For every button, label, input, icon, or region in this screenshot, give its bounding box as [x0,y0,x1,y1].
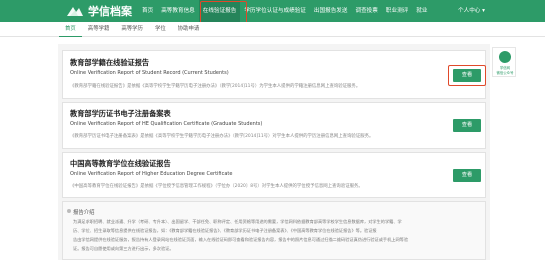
nav-home[interactable]: 首页 [138,0,157,22]
logo-text: 学信档案 [88,5,132,18]
info-icon [67,209,71,213]
wechat-icon [499,51,511,63]
intro-line: 证。报告可自愿使用或向第三方进行出示，多次验证。 [73,246,174,251]
widget-label: 微信公众号 [496,71,514,75]
logo[interactable]: 学信档案 [66,3,132,19]
report-card-qualification: 教育部学历证书电子注册备案表 Online Verification Repor… [62,102,486,149]
wechat-widget[interactable]: 学信网 微信公众号 [492,47,516,77]
top-navbar: 学信档案 首页 高等教育信息 在线验证报告 学历学位认证与成绩验证 出国报告发送… [0,0,545,22]
report-card-student-record: 教育部学籍在线验证报告 Online Verification Report o… [62,50,486,99]
card-description: 《中国高等教育学位在线验证报告》是依据《学位授予信息管理工作规程》（学位办〔20… [70,184,363,189]
nav-report-sending[interactable]: 出国报告发送 [310,0,352,22]
subnav-qualification[interactable]: 高等学历 [115,22,149,37]
intro-line: 告由学信网提供在线验证服务，报告持有人登录网站在线验证页面，输入在线验证码即可查… [73,237,409,242]
subnav-home[interactable]: 首页 [59,22,82,37]
subnav-degree[interactable]: 学位 [149,22,172,37]
nav-career-assessment[interactable]: 职业测评 [382,0,412,22]
card-subtitle: Online Verification Report of HE Qualifi… [70,121,263,127]
card-description: 《教育部学历证书电子注册备案表》是依据《高等学校学生学籍学历电子注册办法》（教学… [70,134,374,139]
card-title: 教育部学籍在线验证报告 [70,58,150,67]
intro-line: 历、学位、招生录取等信息提供在线验证报告，如：《教育部学籍在线验证报告》、《教育… [73,228,377,233]
report-intro: 报告介绍 为满足求职招聘、就业派遣、升学（考研、专升本）、出国留学、干部任免、职… [62,201,486,260]
main-content: 教育部学籍在线验证报告 Online Verification Report o… [58,44,490,260]
subnav-assist-apply[interactable]: 协助申请 [172,22,206,37]
nav-certification[interactable]: 学历学位认证与成绩验证 [240,0,310,22]
main-nav: 首页 高等教育信息 在线验证报告 学历学位认证与成绩验证 出国报告发送 调查投票… [138,0,431,22]
nav-higher-education-info[interactable]: 高等教育信息 [157,0,199,22]
subnav-student-record[interactable]: 高等学籍 [82,22,116,37]
user-center-menu[interactable]: 个人中心 ▾ [458,0,485,22]
view-button-degree[interactable]: 查看 [453,169,481,182]
card-title: 中国高等教育学位在线验证报告 [70,159,171,168]
report-card-degree: 中国高等教育学位在线验证报告 Online Verification Repor… [62,152,486,198]
intro-line: 为满足求职招聘、就业派遣、升学（考研、专升本）、出国留学、干部任免、职称评定、任… [73,219,402,224]
sub-navbar: 首页 高等学籍 高等学历 学位 协助申请 [0,22,545,37]
card-subtitle: Online Verification Report of Student Re… [70,70,229,76]
logo-icon [67,7,83,16]
card-subtitle: Online Verification Report of Higher Edu… [70,171,233,177]
view-button-qualification[interactable]: 查看 [453,119,481,132]
nav-survey[interactable]: 调查投票 [351,0,381,22]
nav-employment[interactable]: 就业 [412,0,431,22]
card-description: 《教育部学籍在线验证报告》是依据《高等学校学生学籍学历电子注册办法》（教学[20… [70,84,361,89]
intro-title: 报告介绍 [73,210,95,216]
card-title: 教育部学历证书电子注册备案表 [70,109,171,118]
highlight-box-button [448,65,486,86]
